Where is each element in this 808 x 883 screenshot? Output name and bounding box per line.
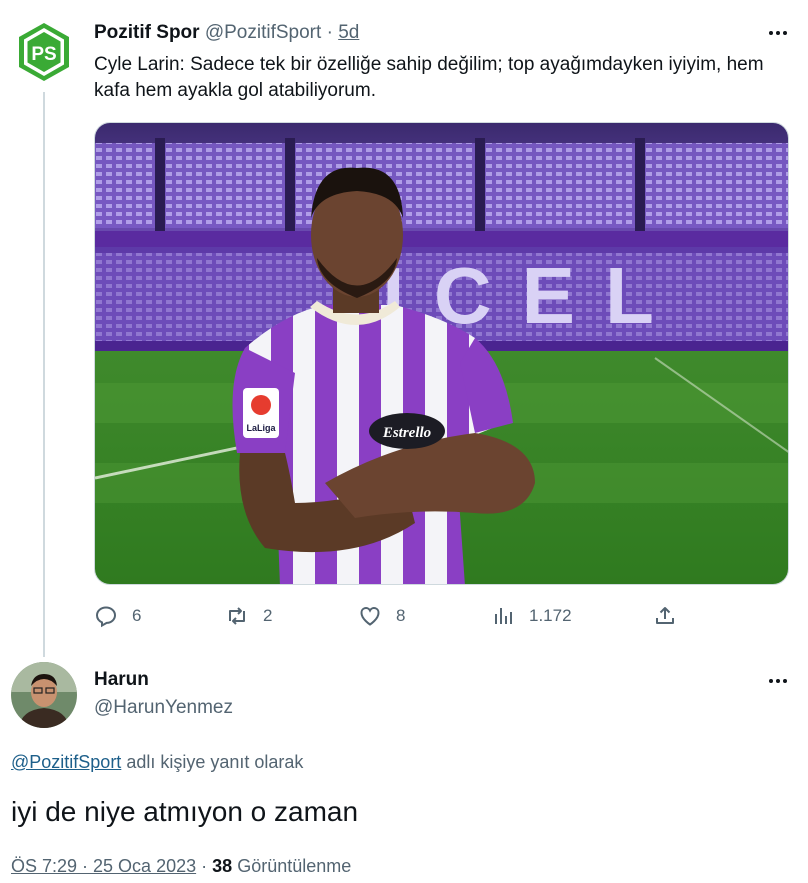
- retweet-count: 2: [263, 606, 273, 625]
- avatar-logo-text: PS: [31, 44, 56, 65]
- laliga-badge-text: LaLiga: [246, 423, 276, 433]
- sponsor-text: Estrello: [382, 425, 431, 441]
- reply-views-label: Görüntülenme: [237, 856, 352, 876]
- reply-author-handle[interactable]: @HarunYenmez: [94, 697, 233, 719]
- retweet-icon: [229, 607, 245, 625]
- reply-button[interactable]: 6: [94, 596, 141, 636]
- like-count: 8: [396, 606, 406, 625]
- replying-to-handle-link[interactable]: @PozitifSport: [11, 752, 121, 772]
- tweet-actions: 6 2 8 1.172: [94, 596, 694, 636]
- tweet-photo[interactable]: UCEL LaLiga Estrello: [94, 122, 789, 585]
- tweet-header: Pozitif Spor @PozitifSport · 5d: [94, 20, 359, 46]
- tweet-text: Cyle Larin: Sadece tek bir özelliğe sahi…: [94, 54, 764, 101]
- header-separator: ·: [326, 22, 333, 43]
- reply-more-options-icon[interactable]: [762, 670, 794, 692]
- share-button[interactable]: [653, 596, 677, 636]
- views-chart-icon: [495, 608, 512, 624]
- reply-timestamp-link[interactable]: ÖS 7:29 · 25 Oca 2023: [11, 856, 196, 876]
- reply-count: 6: [132, 606, 142, 625]
- reply-author-name[interactable]: Harun: [94, 669, 149, 691]
- harun-avatar[interactable]: [11, 662, 77, 728]
- like-button[interactable]: 8: [358, 596, 405, 636]
- views-button[interactable]: 1.172: [491, 596, 572, 636]
- tweet-time[interactable]: 5d: [338, 22, 359, 43]
- pozitif-spor-avatar[interactable]: PS: [16, 21, 72, 83]
- replying-to: @PozitifSport adlı kişiye yanıt olarak: [11, 752, 303, 773]
- reply-icon: [95, 606, 117, 628]
- views-count: 1.172: [529, 606, 572, 625]
- meta-separator: ·: [201, 856, 208, 876]
- reply-text: iyi de niye atmıyon o zaman: [11, 796, 359, 827]
- share-icon: [656, 607, 674, 624]
- replying-to-label: adlı kişiye yanıt olarak: [126, 752, 304, 772]
- heart-icon: [360, 607, 380, 626]
- author-name[interactable]: Pozitif Spor: [94, 22, 200, 43]
- reply-meta: ÖS 7:29 · 25 Oca 2023 · 38 Görüntülenme: [11, 856, 351, 877]
- retweet-button[interactable]: 2: [225, 596, 272, 636]
- reply-views-count: 38: [212, 856, 233, 876]
- thread-connector-line: [43, 92, 45, 657]
- author-handle[interactable]: @PozitifSport: [205, 22, 321, 43]
- more-options-icon[interactable]: [762, 22, 794, 44]
